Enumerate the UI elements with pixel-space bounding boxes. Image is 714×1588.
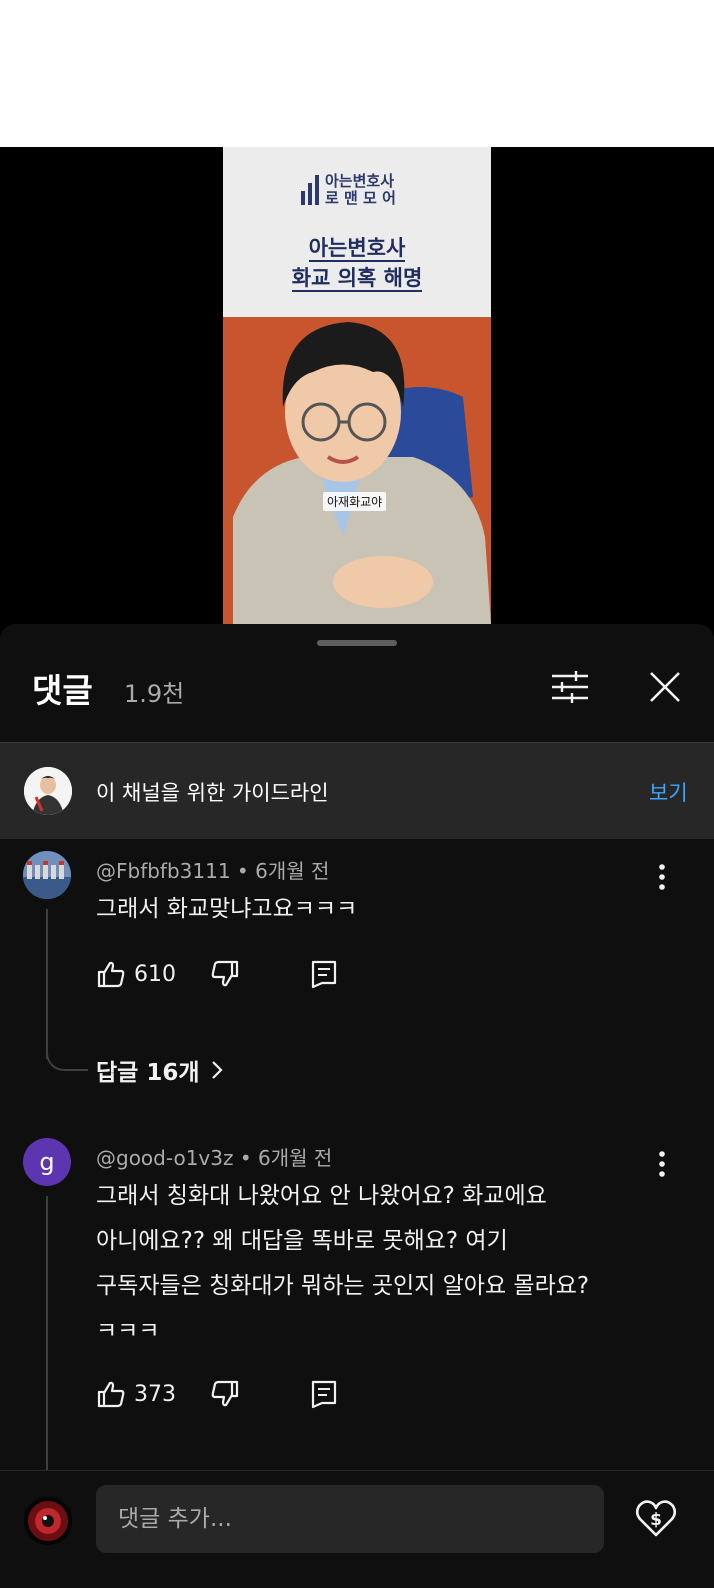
comment-actions: 610 (96, 959, 338, 989)
close-icon[interactable] (648, 670, 682, 704)
reply-icon (311, 1380, 337, 1409)
channel-logo: 아는변호사 로 맨 모 어 (301, 173, 396, 207)
like-button[interactable]: 373 (96, 1379, 176, 1409)
thread-line (46, 909, 48, 1059)
comment-time: 6개월 전 (258, 1146, 333, 1170)
comment-text-line: 아니에요?? 왜 대답을 똑바로 못해요? 여기 (96, 1228, 508, 1254)
comment-meta: @good-o1v3z • 6개월 전 (96, 1146, 333, 1170)
logo-line-2: 로 맨 모 어 (325, 189, 396, 207)
dislike-button[interactable] (210, 959, 240, 989)
thumbnail-header: 아는변호사 로 맨 모 어 아는변호사 화교 의혹 해명 (223, 147, 491, 317)
comment-author[interactable]: @Fbfbfb3111 (96, 859, 231, 883)
comments-panel: 댓글 1.9천 이 채널을 위한 가이드라인 보기 @Fbfbfb3111 • … (0, 624, 714, 1588)
user-avatar (24, 1497, 72, 1545)
thumbs-down-icon (211, 1380, 239, 1407)
channel-guidelines-banner[interactable]: 이 채널을 위한 가이드라인 보기 (0, 743, 714, 839)
svg-text:$: $ (650, 1510, 662, 1530)
comment-text: 그래서 칭화대 나왔어요 안 나왔어요? 화교에요 아니에요?? 왜 대답을 똑… (96, 1174, 676, 1354)
comment-count: 1.9천 (124, 680, 185, 708)
presenter-figure (233, 322, 491, 624)
comment-text: 그래서 화교맞냐고요ㅋㅋㅋ (96, 887, 676, 932)
comment-text-line: 그래서 칭화대 나왔어요 안 나왔어요? 화교에요 (96, 1183, 547, 1209)
video-player[interactable]: 아는변호사 로 맨 모 어 아는변호사 화교 의혹 해명 아재화교야 (0, 147, 714, 647)
chevron-right-icon (211, 1061, 223, 1079)
commenter-avatar-image (23, 851, 71, 899)
logo-bars-icon (301, 175, 319, 205)
thread-connector (46, 1049, 88, 1071)
like-count: 373 (134, 1381, 176, 1407)
drag-handle[interactable] (317, 640, 397, 646)
commenter-avatar[interactable] (23, 851, 71, 899)
comment-actions: 373 (96, 1379, 338, 1409)
sort-filter-icon[interactable] (550, 670, 590, 704)
thumbs-down-icon (211, 960, 239, 987)
comment-text-line: 구독자들은 칭화대가 뭐하는 곳인지 알아요 몰라요? (96, 1273, 590, 1299)
like-count: 610 (134, 961, 176, 987)
view-guidelines-link[interactable]: 보기 (649, 777, 688, 807)
reply-icon (311, 960, 337, 989)
replies-label: 답글 16개 (96, 1060, 200, 1086)
video-thumbnail: 아는변호사 로 맨 모 어 아는변호사 화교 의혹 해명 아재화교야 (223, 147, 491, 624)
thumbnail-title: 아는변호사 화교 의혹 해명 (223, 233, 491, 293)
channel-avatar-image (24, 767, 72, 815)
add-comment-input[interactable] (96, 1485, 604, 1553)
comment-meta: @Fbfbfb3111 • 6개월 전 (96, 859, 330, 883)
thumbnail-title-line-1: 아는변호사 (308, 236, 406, 262)
guidelines-text: 이 채널을 위한 가이드라인 (96, 781, 329, 805)
comment-author[interactable]: @good-o1v3z (96, 1146, 233, 1170)
thumbs-up-icon (97, 1381, 125, 1408)
thread-line (46, 1196, 48, 1476)
add-comment-bar: $ (0, 1470, 714, 1588)
panel-title: 댓글 (32, 671, 93, 710)
commenter-avatar[interactable]: g (23, 1138, 71, 1186)
super-thanks-icon[interactable]: $ (635, 1497, 677, 1539)
view-replies-button[interactable]: 답글 16개 (96, 1053, 224, 1087)
reply-button[interactable] (310, 1379, 338, 1409)
comment-text-line: ㅋㅋㅋ (96, 1318, 160, 1344)
dislike-button[interactable] (210, 1379, 240, 1409)
video-subtitle: 아재화교야 (323, 492, 387, 511)
logo-line-1: 아는변호사 (325, 172, 395, 190)
comment-time: 6개월 전 (255, 859, 330, 883)
thumbnail-title-line-2: 화교 의혹 해명 (291, 266, 423, 292)
avatar-letter: g (39, 1148, 55, 1176)
reply-button[interactable] (310, 959, 338, 989)
like-button[interactable]: 610 (96, 959, 176, 989)
user-avatar-image (24, 1497, 72, 1545)
status-area (0, 0, 714, 147)
channel-avatar (24, 767, 72, 815)
thumbs-up-icon (97, 961, 125, 988)
comment-text-line: 그래서 화교맞냐고요ㅋㅋㅋ (96, 896, 358, 922)
